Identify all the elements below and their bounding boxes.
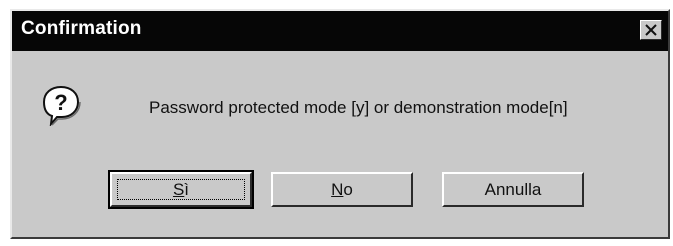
cancel-button-label: Annulla <box>484 179 542 199</box>
dialog-title: Confirmation <box>21 18 142 39</box>
no-button-label: No <box>331 179 353 199</box>
question-icon: ? <box>42 85 81 126</box>
close-icon <box>645 24 657 36</box>
svg-text:?: ? <box>54 90 67 115</box>
no-button[interactable]: No <box>271 172 413 207</box>
message-text: Password protected mode [y] or demonstra… <box>149 98 568 117</box>
title-bar[interactable]: Confirmation <box>12 11 668 51</box>
yes-button-label: Sì <box>172 179 190 199</box>
confirmation-dialog: Confirmation ? Password protected mode [… <box>10 9 670 239</box>
cancel-button[interactable]: Annulla <box>442 172 584 207</box>
yes-button[interactable]: Sì <box>108 170 254 209</box>
close-button[interactable] <box>640 20 662 40</box>
